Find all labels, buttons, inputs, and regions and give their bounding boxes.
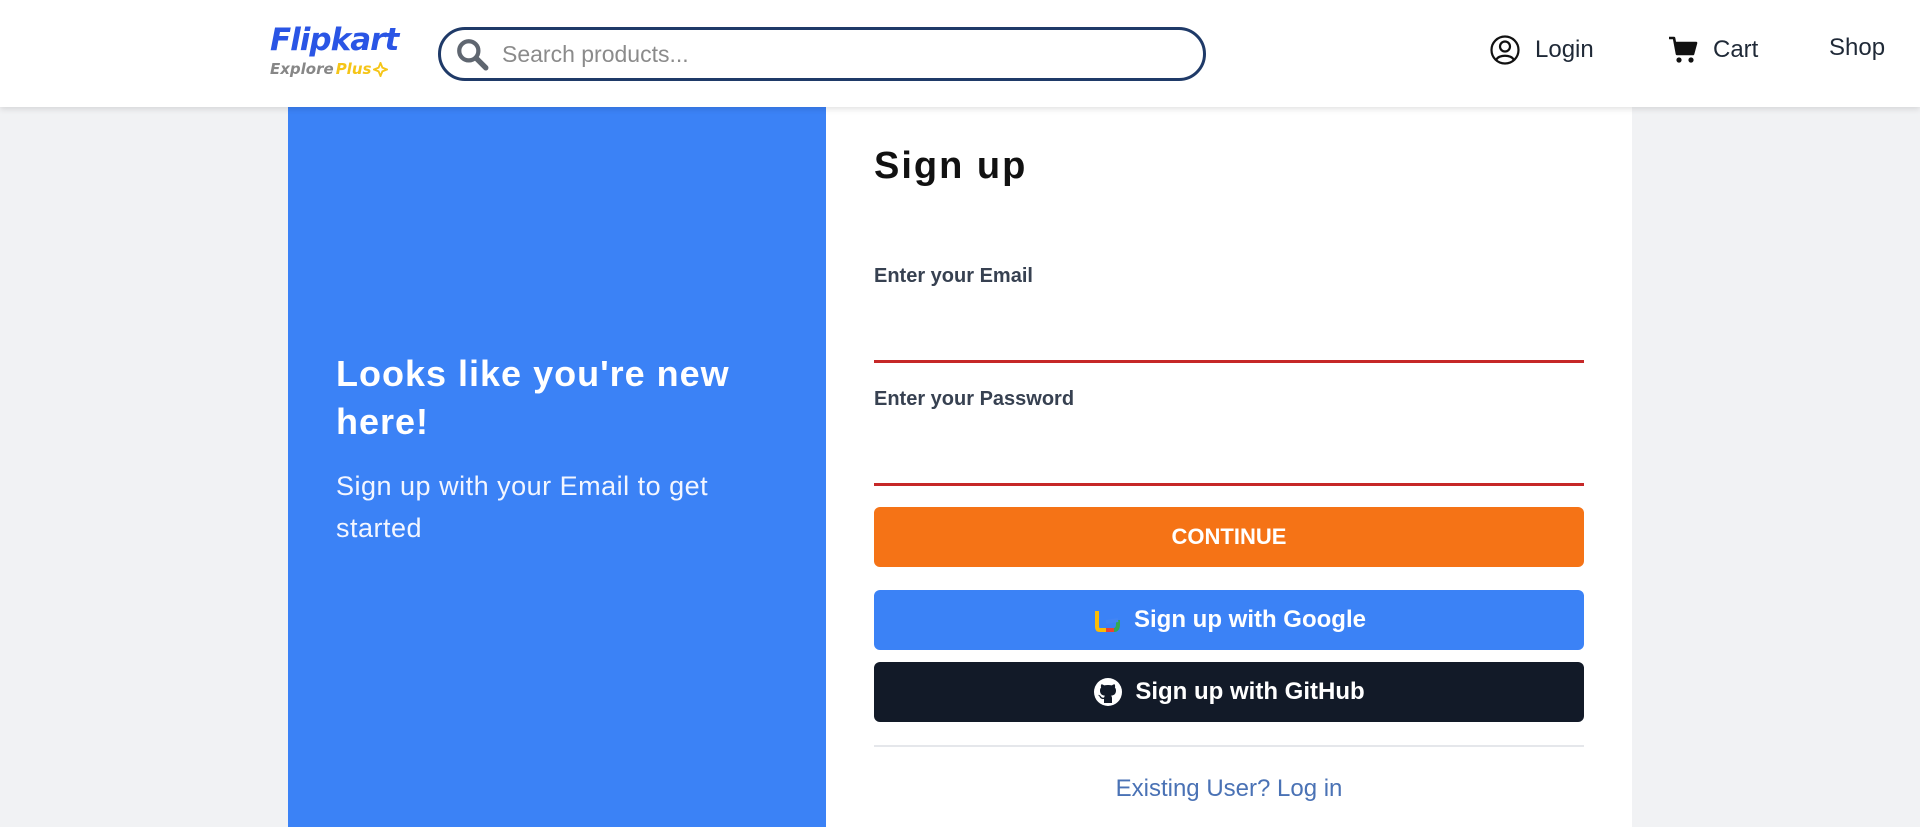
cart-icon [1669, 36, 1698, 63]
google-signup-label: Sign up with Google [1134, 606, 1366, 633]
plus-star-icon [373, 61, 389, 77]
flipkart-logo[interactable]: Flipkart Explore Plus [270, 22, 400, 84]
form-divider [874, 745, 1584, 747]
search-input[interactable] [502, 40, 1182, 68]
logo-tagline: Explore Plus [270, 60, 400, 78]
form-title: Sign up [874, 145, 1028, 187]
nav-login-label: Login [1535, 36, 1594, 63]
logo-tagline-explore: Explore [270, 60, 334, 78]
promo-title: Looks like you're new here! [336, 353, 730, 442]
password-field[interactable] [874, 442, 1584, 486]
github-signup-button[interactable]: Sign up with GitHub [874, 662, 1584, 722]
google-signup-button[interactable]: Sign up with Google [874, 590, 1584, 650]
google-icon [1095, 611, 1120, 632]
continue-button[interactable]: CONTINUE [874, 507, 1584, 567]
nav-shop-label: Shop [1829, 34, 1886, 61]
password-label: Enter your Password [874, 388, 1075, 410]
logo-brand: Flipkart [270, 22, 399, 58]
signup-form: Sign up Enter your Email Enter your Pass… [826, 107, 1632, 827]
promo-subtitle: Sign up with your Email to get started [336, 471, 709, 543]
search-icon[interactable] [455, 37, 489, 71]
nav-cart-label: Cart [1713, 36, 1759, 63]
existing-user-login-link[interactable]: Existing User? Log in [874, 775, 1584, 803]
search-bar[interactable] [438, 27, 1206, 81]
nav-cart[interactable]: Cart [1667, 34, 1758, 66]
email-label: Enter your Email [874, 265, 1033, 287]
top-header: Flipkart Explore Plus Login [0, 0, 1920, 107]
nav-login[interactable]: Login [1489, 34, 1594, 66]
github-icon [1094, 678, 1123, 706]
promo-panel: Looks like you're new here! Sign up with… [288, 107, 826, 827]
logo-tagline-plus: Plus [335, 60, 372, 78]
nav-shop[interactable]: Shop [1829, 34, 1885, 62]
email-field[interactable] [874, 319, 1584, 363]
user-circle-icon [1490, 35, 1520, 65]
continue-button-label: CONTINUE [1171, 524, 1287, 549]
github-signup-label: Sign up with GitHub [1135, 678, 1365, 705]
